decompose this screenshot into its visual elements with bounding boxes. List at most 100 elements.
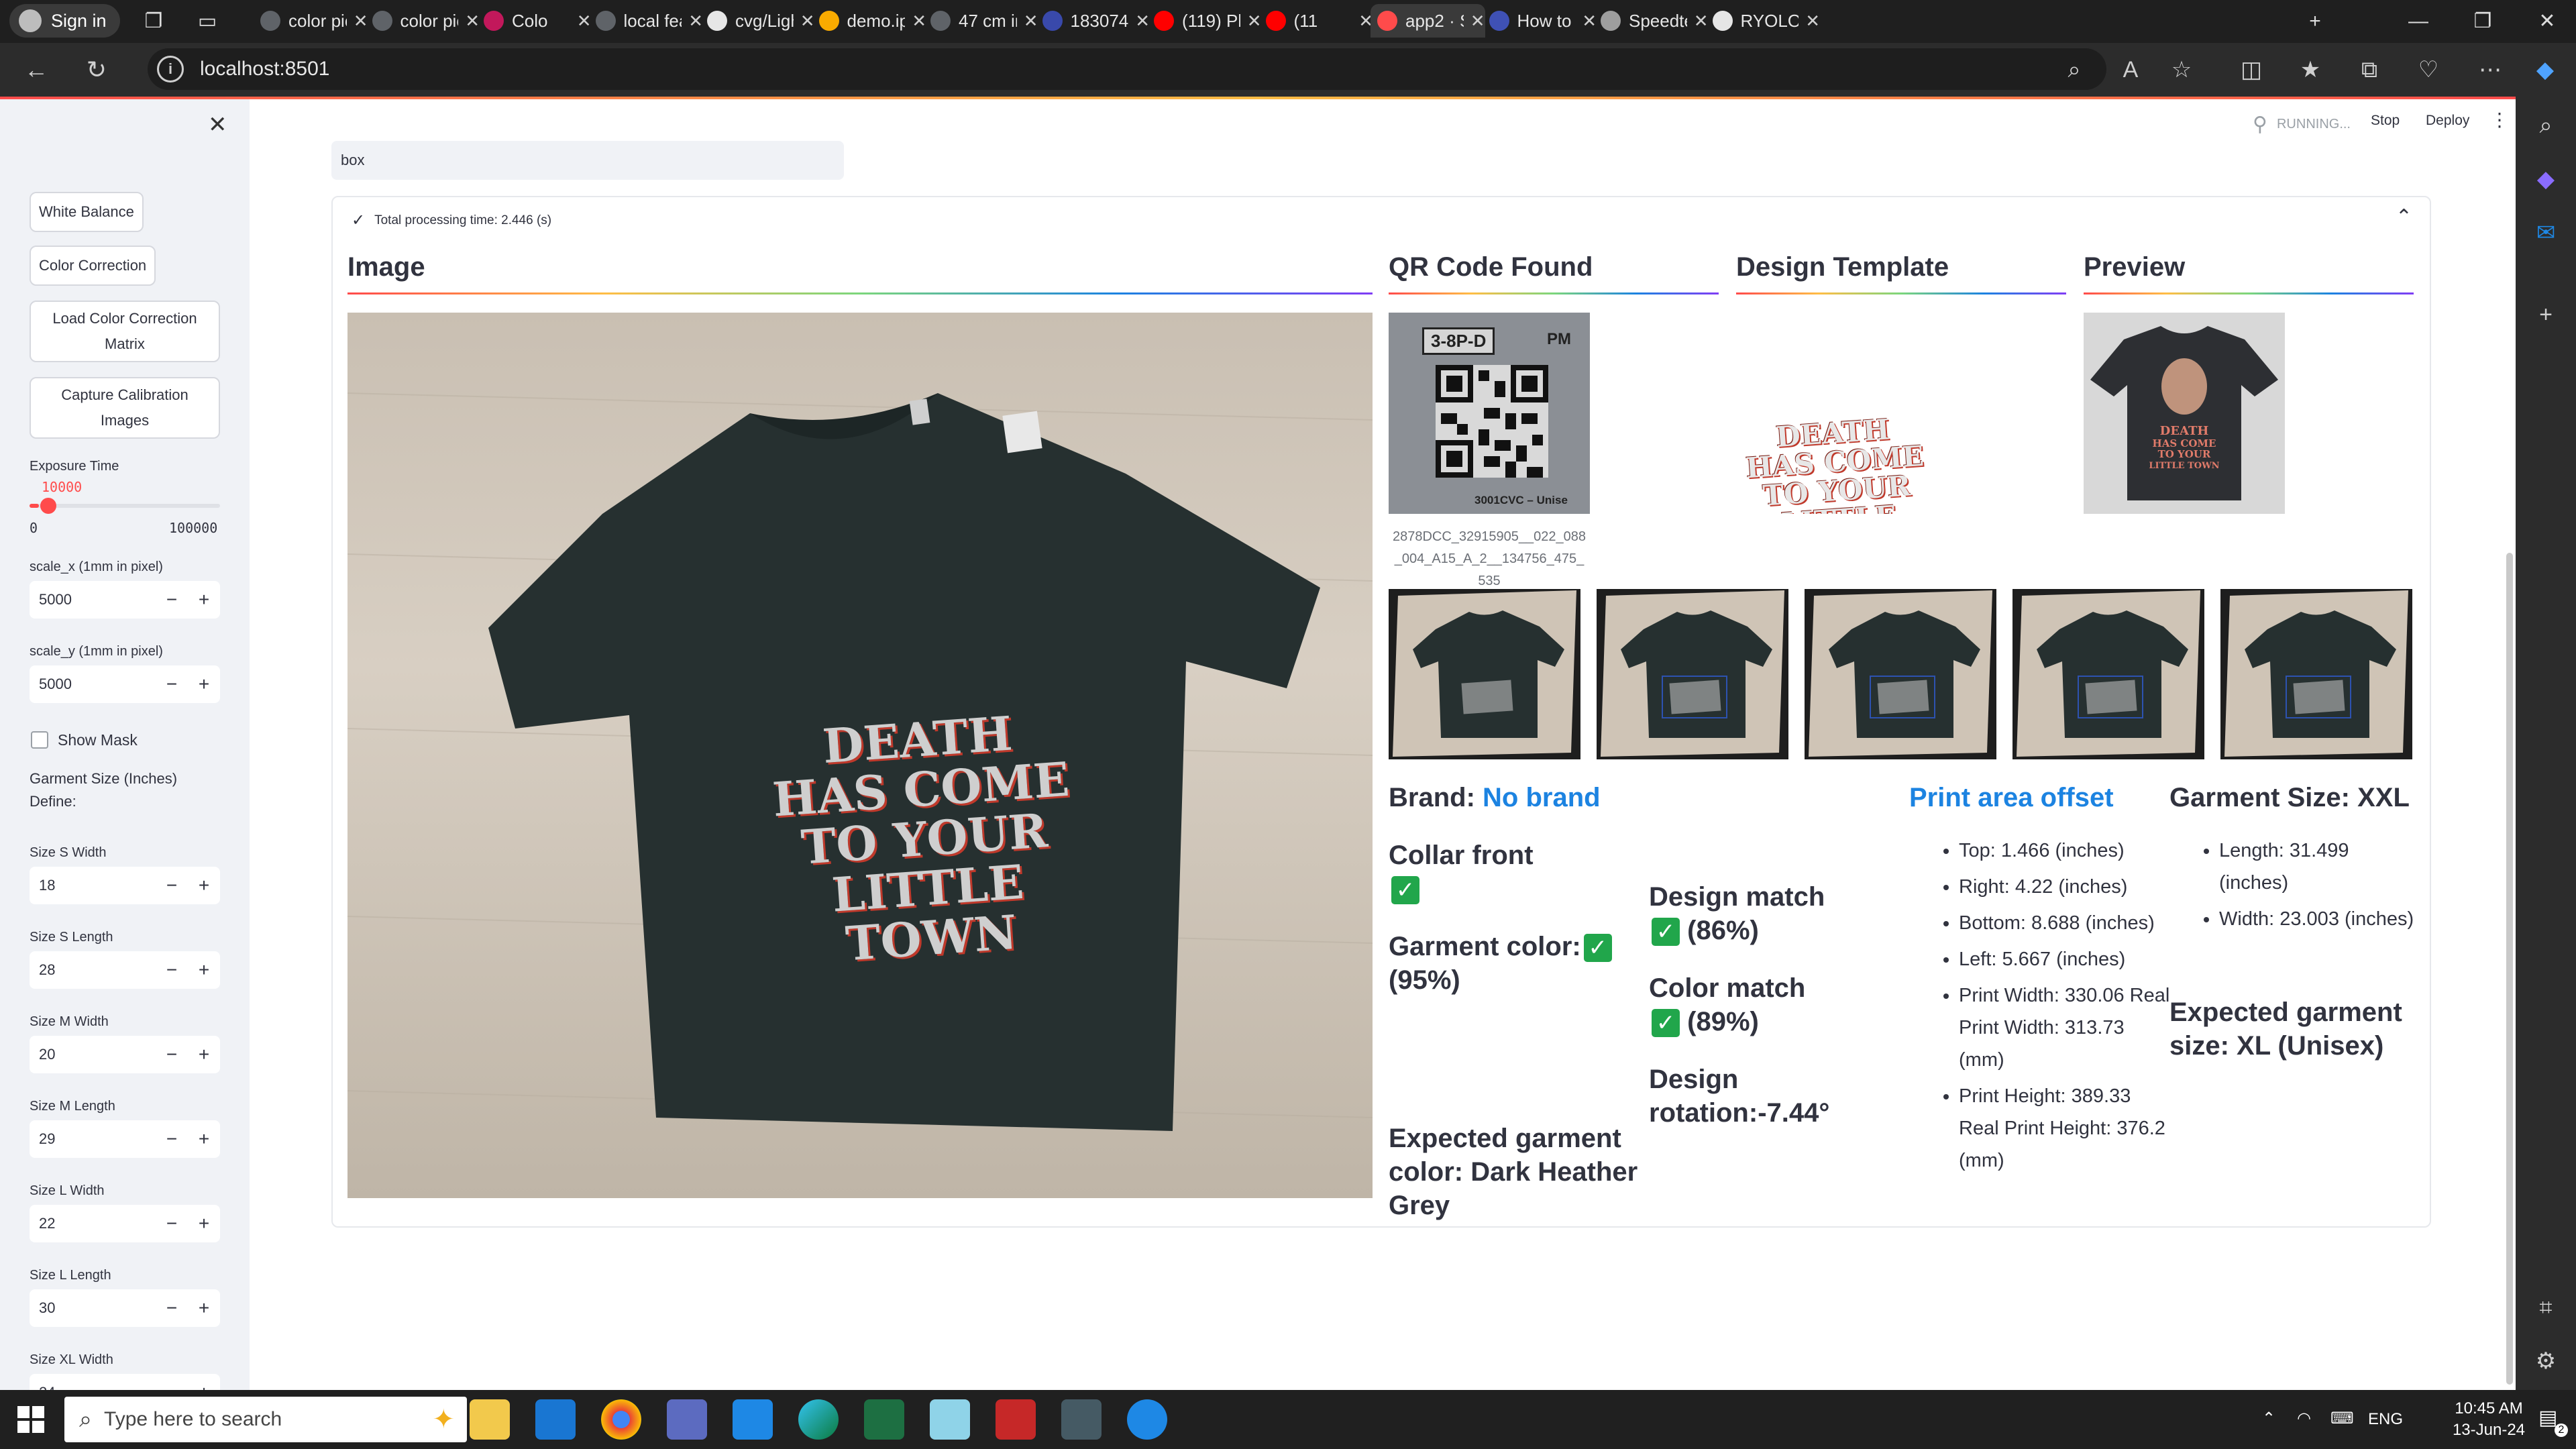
refresh-icon[interactable]: ↻ xyxy=(79,52,114,87)
main-menu-icon[interactable]: ⋮ xyxy=(2490,109,2509,131)
exposure-slider-thumb[interactable] xyxy=(40,498,56,514)
chevron-up-icon[interactable]: ⌃ xyxy=(2396,205,2412,229)
chrome-icon[interactable] xyxy=(601,1399,641,1440)
file-explorer-icon[interactable] xyxy=(470,1399,510,1440)
zoom-icon[interactable]: ⌕ xyxy=(2057,52,2092,87)
scale-y-decrement-button[interactable]: − xyxy=(156,674,188,695)
scale-x-increment-button[interactable]: + xyxy=(188,589,220,610)
store-icon[interactable] xyxy=(535,1399,576,1440)
size-number-input[interactable]: 18− + xyxy=(30,867,220,904)
browser-tab[interactable]: (119) Pla✕ xyxy=(1147,4,1262,38)
split-screen-icon[interactable]: ◫ xyxy=(2234,52,2269,87)
size-increment-button[interactable]: + xyxy=(188,875,220,896)
close-sidebar-icon[interactable]: ✕ xyxy=(208,111,227,138)
size-increment-button[interactable]: + xyxy=(188,1044,220,1065)
browser-tab[interactable]: color pic✕ xyxy=(366,4,480,38)
size-increment-button[interactable]: + xyxy=(188,959,220,981)
size-number-value[interactable]: 24 xyxy=(30,1384,156,1390)
performance-icon[interactable]: ♡ xyxy=(2411,52,2446,87)
scale-x-value[interactable]: 5000 xyxy=(30,591,156,608)
vscode-icon[interactable] xyxy=(733,1399,773,1440)
browser-tab[interactable]: demo.ip ✕ xyxy=(812,4,926,38)
more-menu-icon[interactable]: ⋯ xyxy=(2473,52,2508,87)
tab-actions-icon[interactable]: ▭ xyxy=(184,5,231,38)
search-icon[interactable]: ⌕ xyxy=(2529,109,2563,142)
edge-icon[interactable] xyxy=(798,1399,839,1440)
size-number-value[interactable]: 28 xyxy=(30,961,156,979)
excel-icon[interactable] xyxy=(864,1399,904,1440)
wifi-icon[interactable]: ◠ xyxy=(2297,1409,2311,1428)
browser-tab[interactable]: Speedte✕ xyxy=(1594,4,1709,38)
size-decrement-button[interactable]: − xyxy=(156,959,188,981)
load-color-correction-matrix-button[interactable]: Load Color Correction Matrix xyxy=(30,301,220,362)
restore-button[interactable]: ❐ xyxy=(2459,5,2506,38)
page-scrollbar[interactable] xyxy=(2506,553,2513,1385)
show-mask-checkbox[interactable] xyxy=(31,731,48,749)
stop-button[interactable]: Stop xyxy=(2371,113,2400,129)
notifications-icon[interactable]: ▤ xyxy=(2538,1406,2557,1430)
size-number-input[interactable]: 20− + xyxy=(30,1036,220,1073)
favorites-icon[interactable]: ★ xyxy=(2293,52,2328,87)
screenshot-icon[interactable]: ⌗ xyxy=(2529,1291,2563,1324)
close-window-button[interactable]: ✕ xyxy=(2524,5,2571,38)
exposure-slider-track[interactable] xyxy=(30,504,220,508)
calculator-icon[interactable] xyxy=(1061,1399,1102,1440)
tray-chevron-up-icon[interactable]: ⌃ xyxy=(2262,1409,2275,1428)
size-increment-button[interactable]: + xyxy=(188,1213,220,1234)
app-icon[interactable] xyxy=(667,1399,707,1440)
scale-y-value[interactable]: 5000 xyxy=(30,676,156,693)
browser-tab[interactable]: 47 cm in✕ xyxy=(924,4,1038,38)
collections-icon[interactable]: ⧉ xyxy=(2352,52,2387,87)
browser-tab[interactable]: Colo ✕ xyxy=(477,4,592,38)
windows-start-icon[interactable] xyxy=(17,1406,44,1433)
scale-x-decrement-button[interactable]: − xyxy=(156,589,188,610)
size-number-value[interactable]: 30 xyxy=(30,1299,156,1317)
copilot-icon[interactable]: ◆ xyxy=(2528,52,2563,87)
site-info-icon[interactable]: i xyxy=(157,56,184,83)
keyboard-icon[interactable]: ⌨ xyxy=(2330,1409,2354,1428)
size-number-input[interactable]: 28− + xyxy=(30,951,220,989)
size-number-value[interactable]: 22 xyxy=(30,1215,156,1232)
language-indicator[interactable]: ENG xyxy=(2368,1410,2403,1429)
minimize-button[interactable]: — xyxy=(2395,5,2442,38)
clock-time[interactable]: 10:45 AM xyxy=(2442,1399,2536,1418)
size-number-input[interactable]: 24−+ xyxy=(30,1374,220,1390)
browser-tab[interactable]: cvg/Ligh✕ xyxy=(700,4,815,38)
browser-tab[interactable]: color pic✕ xyxy=(254,4,368,38)
scale-y-increment-button[interactable]: + xyxy=(188,674,220,695)
browser-tab[interactable]: local fea✕ xyxy=(589,4,703,38)
size-decrement-button[interactable]: − xyxy=(156,1382,188,1390)
size-number-value[interactable]: 20 xyxy=(30,1046,156,1063)
expander-header[interactable]: ✓ Total processing time: 2.446 (s) xyxy=(352,211,551,230)
size-number-input[interactable]: 29− + xyxy=(30,1120,220,1158)
workspaces-icon[interactable]: ❐ xyxy=(130,5,177,38)
size-decrement-button[interactable]: − xyxy=(156,1128,188,1150)
white-balance-button[interactable]: White Balance xyxy=(30,192,144,232)
capture-calibration-images-button[interactable]: Capture Calibration Images xyxy=(30,377,220,439)
add-sidebar-app-icon[interactable]: + xyxy=(2529,298,2563,331)
deploy-button[interactable]: Deploy xyxy=(2426,113,2469,129)
sign-in-button[interactable]: Sign in xyxy=(9,4,120,38)
size-increment-button[interactable]: + xyxy=(188,1297,220,1319)
favorite-star-icon[interactable]: ☆ xyxy=(2164,52,2199,87)
browser-tab[interactable]: How to ✕ xyxy=(1483,4,1597,38)
browser-tab[interactable]: (11 ✕ xyxy=(1259,4,1373,38)
size-increment-button[interactable]: + xyxy=(188,1382,220,1390)
scale-x-input[interactable]: 5000 − + xyxy=(30,581,220,619)
settings-gear-icon[interactable]: ⚙ xyxy=(2529,1344,2563,1378)
size-decrement-button[interactable]: − xyxy=(156,1297,188,1319)
size-decrement-button[interactable]: − xyxy=(156,1044,188,1065)
app-icon[interactable] xyxy=(1127,1399,1167,1440)
size-number-input[interactable]: 22− + xyxy=(30,1205,220,1242)
read-aloud-icon[interactable]: A xyxy=(2113,52,2148,87)
browser-tab[interactable]: RYOLO ✕ xyxy=(1706,4,1820,38)
size-number-input[interactable]: 30− + xyxy=(30,1289,220,1327)
taskbar-search-box[interactable]: ⌕ Type here to search ✦ xyxy=(64,1397,467,1442)
scale-y-input[interactable]: 5000 − + xyxy=(30,665,220,703)
clock-date[interactable]: 13-Jun-24 xyxy=(2442,1421,2536,1440)
outlook-icon[interactable]: ✉ xyxy=(2529,216,2563,250)
prompt-text-input[interactable]: box xyxy=(331,141,844,180)
snipping-tool-icon[interactable] xyxy=(996,1399,1036,1440)
size-number-value[interactable]: 29 xyxy=(30,1130,156,1148)
address-bar[interactable]: i localhost:8501 xyxy=(148,48,2106,90)
